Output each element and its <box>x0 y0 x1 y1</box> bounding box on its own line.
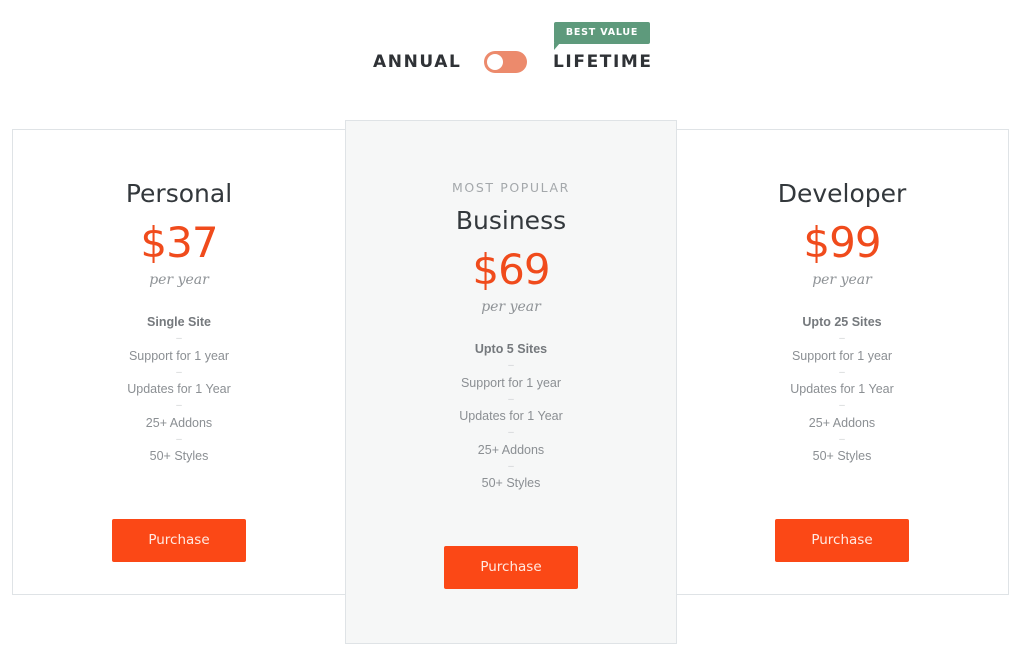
feature-separator: – <box>839 433 845 445</box>
feature-item: Updates for 1 Year <box>459 409 563 423</box>
feature-separator: – <box>176 433 182 445</box>
purchase-button-developer[interactable]: Purchase <box>775 519 909 562</box>
feature-item: Single Site <box>147 315 211 329</box>
feature-separator: – <box>176 333 182 344</box>
feature-separator: – <box>839 400 845 411</box>
feature-item: Upto 25 Sites <box>802 315 882 329</box>
feature-separator: – <box>839 366 845 378</box>
plan-card-personal: Personal $37 per year Single Site – Supp… <box>12 129 346 595</box>
plan-period: per year <box>812 272 872 288</box>
plan-card-business: MOST POPULAR Business $69 per year Upto … <box>345 120 677 644</box>
best-value-badge: BEST VALUE <box>554 22 650 44</box>
feature-item: 25+ Addons <box>477 442 545 457</box>
feature-separator: – <box>176 366 182 378</box>
plan-card-content: Personal $37 per year Single Site – Supp… <box>13 178 345 464</box>
feature-item: Updates for 1 Year <box>127 382 231 396</box>
plan-price: $37 <box>140 218 218 267</box>
feature-item: Upto 5 Sites <box>474 342 548 356</box>
purchase-button-personal[interactable]: Purchase <box>112 519 246 562</box>
plan-card-developer: Developer $99 per year Upto 25 Sites – S… <box>675 129 1009 595</box>
plan-price: $99 <box>803 218 881 267</box>
feature-item: 50+ Styles <box>812 449 872 463</box>
switch-knob <box>487 54 503 70</box>
plan-period: per year <box>149 272 209 288</box>
plan-card-content: Developer $99 per year Upto 25 Sites – S… <box>676 178 1008 464</box>
badge-tail <box>554 43 560 50</box>
feature-separator: – <box>176 400 182 411</box>
feature-separator: – <box>839 333 845 344</box>
feature-list: Upto 25 Sites – Support for 1 year – Upd… <box>676 314 1008 464</box>
plan-price: $69 <box>472 245 550 294</box>
feature-separator: – <box>508 360 514 371</box>
plan-name: Business <box>455 206 567 235</box>
feature-item: 25+ Addons <box>808 415 876 430</box>
feature-item: Updates for 1 Year <box>790 382 894 396</box>
feature-list: Upto 5 Sites – Support for 1 year – Upda… <box>346 341 676 491</box>
feature-item: Support for 1 year <box>128 348 230 363</box>
lifetime-label[interactable]: LIFETIME <box>553 50 653 74</box>
plan-card-content: MOST POPULAR Business $69 per year Upto … <box>346 179 676 491</box>
plan-name: Developer <box>777 179 907 208</box>
feature-item: 25+ Addons <box>145 415 213 430</box>
feature-separator: – <box>508 427 514 438</box>
feature-separator: – <box>508 393 514 405</box>
feature-item: Support for 1 year <box>791 348 893 363</box>
feature-item: 50+ Styles <box>149 449 209 463</box>
plan-name: Personal <box>125 179 233 208</box>
most-popular-label: MOST POPULAR <box>452 180 570 195</box>
feature-list: Single Site – Support for 1 year – Updat… <box>13 314 345 464</box>
plan-period: per year <box>481 299 541 315</box>
feature-item: 50+ Styles <box>481 476 541 490</box>
feature-separator: – <box>508 460 514 472</box>
billing-toggle: ANNUAL LIFETIME <box>0 50 1024 74</box>
purchase-button-business[interactable]: Purchase <box>444 546 578 589</box>
feature-item: Support for 1 year <box>460 375 562 390</box>
annual-label[interactable]: ANNUAL <box>373 50 461 74</box>
billing-switch[interactable] <box>484 51 527 73</box>
